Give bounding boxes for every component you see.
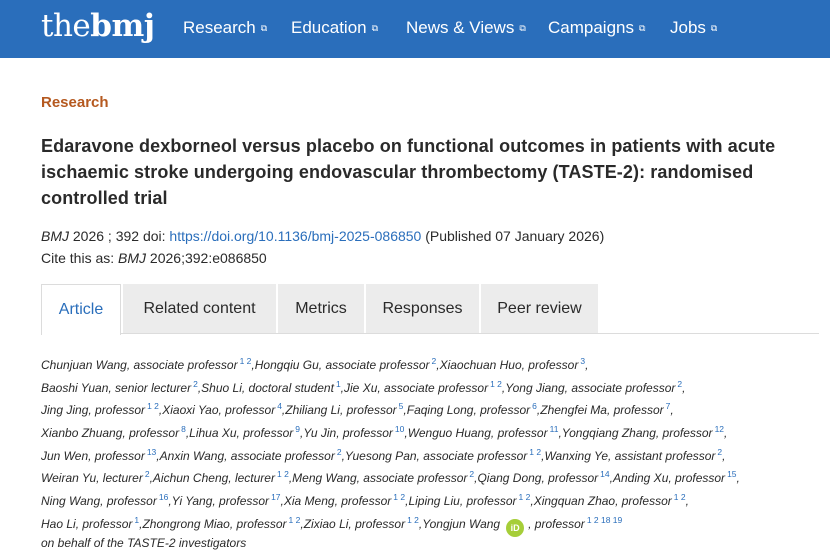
tab-metrics[interactable]: Metrics — [278, 284, 364, 334]
affiliation-ref[interactable]: 17 — [271, 492, 280, 502]
bmj-logo[interactable]: thebmj — [41, 6, 155, 46]
nav-research[interactable]: Research ⧉ — [183, 18, 267, 38]
author-name[interactable]: Chunjuan Wang, associate professor — [41, 358, 238, 372]
author-name[interactable]: Wanxing Ye, assistant professor — [544, 449, 715, 463]
author-name[interactable]: Zhengfei Ma, professor — [540, 403, 663, 417]
author-list: Chunjuan Wang, associate professor 1 2,Ho… — [41, 350, 826, 554]
affiliation-ref[interactable]: 14 — [600, 469, 609, 479]
on-behalf-text: on behalf of the TASTE-2 investigators — [41, 535, 247, 550]
author-separator: , — [722, 448, 726, 463]
tab-article[interactable]: Article — [41, 284, 121, 335]
author-name[interactable]: Faqing Long, professor — [407, 403, 530, 417]
affiliation-ref[interactable]: 1 2 — [407, 515, 419, 525]
author-line: Hao Li, professor 1,Zhongrong Miao, profe… — [41, 509, 826, 537]
author-name[interactable]: Yongjun Wang — [422, 517, 500, 531]
tabs-divider — [41, 333, 819, 334]
author-name[interactable]: , professor — [528, 517, 585, 531]
doi-link[interactable]: https://doi.org/10.1136/bmj-2025-086850 — [169, 228, 421, 244]
affiliation-ref[interactable]: 1 2 — [289, 515, 301, 525]
author-line: Ning Wang, professor 16, Yi Yang, professo… — [41, 486, 826, 509]
author-name[interactable]: Anxin Wang, associate professor — [160, 449, 335, 463]
author-name[interactable]: Hao Li, professor — [41, 517, 132, 531]
affiliation-ref[interactable]: 1 2 — [147, 401, 159, 411]
affiliation-ref[interactable]: 1 2 — [529, 447, 541, 457]
author-name[interactable]: Lihua Xu, professor — [189, 426, 293, 440]
external-link-icon: ⧉ — [260, 23, 268, 33]
affiliation-ref[interactable]: 1 2 — [674, 492, 686, 502]
author-name[interactable]: Zixiao Li, professor — [304, 517, 405, 531]
affiliation-ref[interactable]: 1 2 18 19 — [587, 515, 622, 525]
tab-related-content[interactable]: Related content — [123, 284, 276, 334]
nav-jobs[interactable]: Jobs ⧉ — [670, 18, 717, 38]
nav-news-views[interactable]: News & Views ⧉ — [406, 18, 526, 38]
affiliation-ref[interactable]: 1 2 — [393, 492, 405, 502]
author-separator: , — [724, 426, 728, 441]
author-line: Jun Wen, professor 13, Anxin Wang, associa… — [41, 441, 826, 464]
author-line: Baoshi Yuan, senior lecturer 2,Shuo Li, d… — [41, 373, 826, 396]
author-name[interactable]: Hongqiu Gu, associate professor — [255, 358, 430, 372]
author-name[interactable]: Aichun Cheng, lecturer — [153, 471, 275, 485]
author-name[interactable]: Shuo Li, doctoral student — [201, 381, 334, 395]
affiliation-ref[interactable]: 13 — [147, 447, 156, 457]
external-link-icon: ⧉ — [639, 23, 646, 33]
author-name[interactable]: Weiran Yu, lecturer — [41, 471, 143, 485]
affiliation-ref[interactable]: 1 2 — [277, 469, 289, 479]
tab-peer-review[interactable]: Peer review — [481, 284, 598, 334]
affiliation-ref[interactable]: 1 2 — [519, 492, 531, 502]
author-separator: , — [670, 403, 674, 418]
external-link-icon: ⧉ — [371, 23, 379, 33]
author-name[interactable]: Qiang Dong, professor — [477, 471, 598, 485]
nav-campaigns[interactable]: Campaigns ⧉ — [548, 18, 645, 38]
cite-as-line: Cite this as: BMJ 2026;392:e086850 — [41, 250, 267, 266]
affiliation-ref[interactable]: 16 — [159, 492, 168, 502]
author-name[interactable]: Liping Liu, professor — [408, 494, 516, 508]
author-line: Chunjuan Wang, associate professor 1 2, Ho… — [41, 350, 826, 373]
author-name[interactable]: Jing Jing, professor — [41, 403, 145, 417]
author-line: Weiran Yu, lecturer 2,Aichun Cheng, lectu… — [41, 463, 826, 486]
author-name[interactable]: Xiaoxi Yao, professor — [162, 403, 275, 417]
author-line: Jing Jing, professor 1 2, Xiaoxi Yao, prof… — [41, 395, 826, 418]
author-separator: , — [585, 358, 589, 372]
author-name[interactable]: Yu Jin, professor — [303, 426, 393, 440]
citation-line: BMJ 2026 ; 392 doi: https://doi.org/10.1… — [41, 228, 605, 244]
author-name[interactable]: Xingquan Zhao, professor — [534, 494, 672, 508]
author-separator: , — [685, 494, 689, 509]
author-name[interactable]: Ning Wang, professor — [41, 494, 157, 508]
article-title: Edaravone dexborneol versus placebo on f… — [41, 136, 776, 208]
external-link-icon: ⧉ — [519, 23, 526, 33]
external-link-icon: ⧉ — [710, 23, 718, 33]
author-name[interactable]: Zhiliang Li, professor — [285, 403, 396, 417]
author-name[interactable]: Xiaochuan Huo, professor — [440, 358, 579, 372]
affiliation-ref[interactable]: 1 2 — [240, 356, 252, 366]
author-separator: , — [736, 471, 740, 486]
author-name[interactable]: Xia Meng, professor — [284, 494, 391, 508]
site-header: thebmj Research ⧉ Education ⧉ News & Views… — [0, 0, 830, 58]
tab-responses[interactable]: Responses — [366, 284, 479, 334]
author-name[interactable]: Yi Yang, professor — [172, 494, 269, 508]
affiliation-ref[interactable]: 15 — [727, 469, 736, 479]
author-line: Xianbo Zhuang, professor 8,Lihua Xu, prof… — [41, 418, 826, 441]
nav-education[interactable]: Education ⧉ — [291, 18, 378, 38]
author-name[interactable]: Meng Wang, associate professor — [292, 471, 467, 485]
section-label: Research — [41, 94, 109, 111]
author-name[interactable]: Xianbo Zhuang, professor — [41, 426, 179, 440]
author-name[interactable]: Jie Xu, associate professor — [344, 381, 488, 395]
affiliation-ref[interactable]: 10 — [395, 424, 404, 434]
author-name[interactable]: Jun Wen, professor — [41, 449, 145, 463]
author-name[interactable]: Yong Jiang, associate professor — [505, 381, 675, 395]
author-name[interactable]: Yuesong Pan, associate professor — [345, 449, 527, 463]
author-name[interactable]: Baoshi Yuan, senior lecturer — [41, 381, 191, 395]
affiliation-ref[interactable]: 1 2 — [490, 379, 502, 389]
affiliation-ref[interactable]: 12 — [715, 424, 724, 434]
author-name[interactable]: Yongqiang Zhang, professor — [562, 426, 713, 440]
author-name[interactable]: Anding Xu, professor — [613, 471, 725, 485]
orcid-icon[interactable]: iD — [506, 518, 525, 537]
author-name[interactable]: Zhongrong Miao, professor — [142, 517, 286, 531]
author-name[interactable]: Wenguo Huang, professor — [408, 426, 548, 440]
author-separator: , — [682, 380, 686, 395]
